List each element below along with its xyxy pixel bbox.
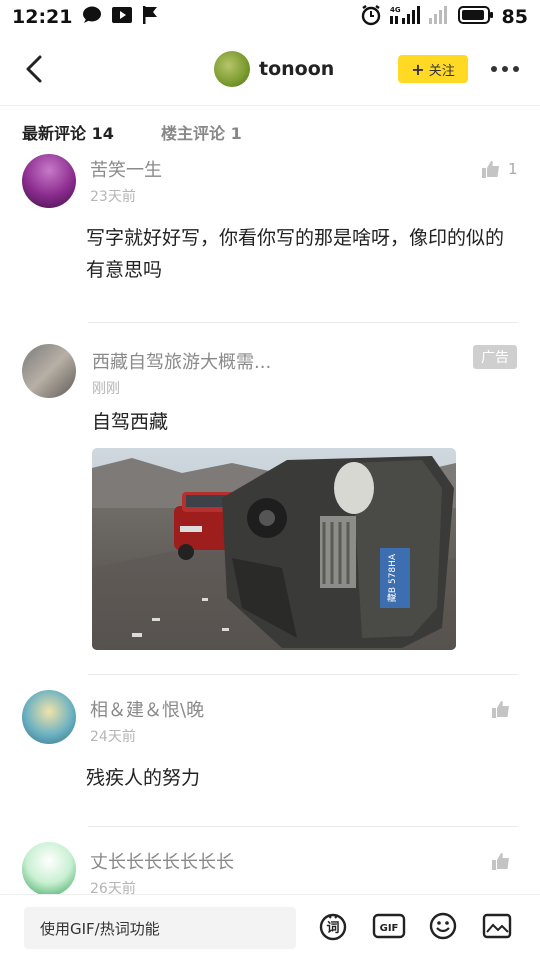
ad-badge: 广告 xyxy=(473,345,517,369)
battery-level: 85 xyxy=(501,6,528,28)
comment-item: 丈长长长长长长长 26天前 xyxy=(0,840,540,894)
comment-tabs: 最新评论 14 楼主评论 1 xyxy=(0,106,540,152)
status-bar: 12:21 4G 85 xyxy=(0,0,540,34)
comment-time: 24天前 xyxy=(90,729,136,745)
message-icon xyxy=(82,6,102,28)
comment-author[interactable]: 苦笑一生 xyxy=(90,156,162,182)
divider xyxy=(88,322,518,323)
follow-label: 关注 xyxy=(428,63,455,79)
like-button[interactable] xyxy=(492,700,518,718)
signal-empty-icon xyxy=(428,5,450,29)
avatar[interactable] xyxy=(22,154,76,208)
back-arrow-icon xyxy=(26,55,42,83)
header: tonoon + 关注 xyxy=(0,34,540,106)
user-avatar[interactable] xyxy=(214,51,250,87)
thumbs-up-icon xyxy=(492,853,509,870)
comment-item: 苦笑一生 23天前 1 写字就好好写，你看你写的那是啥呀，像印的似的有意思吗 xyxy=(0,152,540,324)
comment-input[interactable]: 使用GIF/热词功能 xyxy=(24,907,296,949)
gif-icon: GIF xyxy=(372,913,406,939)
comment-item: 相＆建＆恨\晚 24天前 残疾人的努力 xyxy=(0,688,540,828)
hot-words-icon: 词 xyxy=(319,913,347,941)
signal-4g-icon: 4G xyxy=(389,5,420,29)
ad-text: 自驾西藏 xyxy=(92,411,169,433)
plus-icon: + xyxy=(411,59,425,79)
image-icon xyxy=(482,913,512,939)
dot-icon xyxy=(502,66,508,72)
overturned-suv: 藏B 578HA xyxy=(222,456,454,648)
back-button[interactable] xyxy=(18,52,50,86)
comment-author[interactable]: 相＆建＆恨\晚 xyxy=(90,696,204,722)
comment-text: 写字就好好写，你看你写的那是啥呀，像印的似的有意思吗 xyxy=(86,227,505,281)
tab-owner-comments[interactable]: 楼主评论 1 xyxy=(161,120,242,144)
follow-button[interactable]: + 关注 xyxy=(398,55,468,83)
avatar[interactable] xyxy=(22,842,76,894)
comment-time: 23天前 xyxy=(90,189,136,205)
thumbs-up-icon xyxy=(482,161,499,178)
divider xyxy=(88,826,518,827)
tab-latest-comments[interactable]: 最新评论 14 xyxy=(22,120,114,144)
status-time: 12:21 xyxy=(12,6,73,28)
ad-title[interactable]: 西藏自驾旅游大概需... xyxy=(92,348,271,374)
like-count: 1 xyxy=(508,160,518,178)
battery-icon xyxy=(457,6,494,28)
header-user[interactable]: tonoon xyxy=(214,51,334,87)
image-button[interactable] xyxy=(482,911,512,941)
like-button[interactable]: 1 xyxy=(482,160,518,178)
gif-button[interactable]: GIF xyxy=(372,911,406,941)
hot-words-button[interactable]: 词 xyxy=(318,911,348,941)
dot-icon xyxy=(513,66,519,72)
alarm-icon xyxy=(360,4,382,30)
divider xyxy=(88,674,518,675)
like-button[interactable] xyxy=(492,852,518,870)
avatar[interactable] xyxy=(22,690,76,744)
svg-text:4G: 4G xyxy=(390,6,401,14)
emoji-button[interactable] xyxy=(428,911,458,941)
ad-avatar[interactable] xyxy=(22,344,76,398)
emoji-icon xyxy=(429,912,457,940)
svg-text:藏B 578HA: 藏B 578HA xyxy=(386,553,398,602)
bottom-input-bar: 使用GIF/热词功能 词 GIF xyxy=(0,894,540,960)
username[interactable]: tonoon xyxy=(259,58,334,80)
svg-text:词: 词 xyxy=(326,921,339,936)
ad-image[interactable]: 藏B 578HA xyxy=(92,448,456,650)
more-button[interactable] xyxy=(488,58,522,80)
thumbs-up-icon xyxy=(492,701,509,718)
ad-time: 刚刚 xyxy=(92,381,120,397)
svg-text:GIF: GIF xyxy=(380,923,399,934)
dot-icon xyxy=(491,66,497,72)
flag-icon xyxy=(142,5,158,29)
comment-text: 残疾人的努力 xyxy=(86,767,201,789)
comment-time: 26天前 xyxy=(90,881,136,894)
video-icon xyxy=(112,6,133,28)
comment-author[interactable]: 丈长长长长长长长 xyxy=(90,848,234,874)
